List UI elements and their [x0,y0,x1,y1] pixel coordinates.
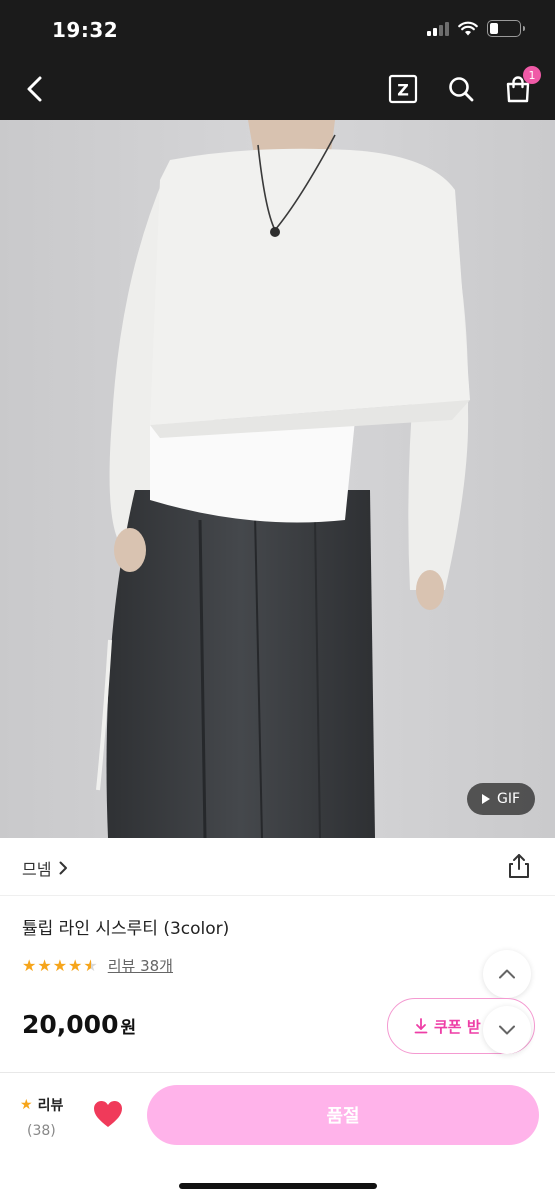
review-summary-label: ★ 리뷰 [20,1095,72,1115]
nav-bar: Z 1 [0,58,555,120]
gif-label: GIF [496,791,521,807]
shop-row: 므넴 [0,838,555,896]
share-button[interactable] [505,852,533,880]
shop-link[interactable]: 므넴 [22,856,68,880]
review-summary-button[interactable]: ★ 리뷰 (38) [20,1095,72,1139]
cellular-signal-icon [427,21,449,36]
download-icon [414,1018,428,1034]
status-time: 19:32 [52,18,119,42]
like-button[interactable] [92,1099,124,1129]
heart-icon [94,1101,122,1127]
search-icon [449,77,474,102]
star-icon: ★ [37,955,52,975]
review-label: 리뷰 [37,1098,64,1114]
home-indicator [179,1183,377,1189]
search-button[interactable] [442,70,480,108]
chevron-up-icon [499,969,515,979]
half-star-icon: ★ [83,955,98,975]
price: 20,000 원 [22,1010,136,1039]
product-image[interactable]: GIF [0,120,555,838]
share-icon [509,854,529,878]
gif-badge[interactable]: GIF [467,783,535,815]
rating-stars: ★ ★ ★ ★ ★ [22,955,98,975]
cart-button[interactable]: 1 [499,66,541,108]
price-currency: 원 [120,1018,137,1038]
bottom-action-bar: ★ 리뷰 (38) 품절 [0,1072,555,1200]
battery-icon [487,20,525,37]
zigzag-logo-icon: Z [388,74,418,104]
review-count: (38) [27,1123,56,1139]
wifi-icon [458,21,478,36]
chevron-right-icon [59,861,68,875]
rating-row: ★ ★ ★ ★ ★ 리뷰 38개 [22,955,173,976]
zigzag-home-button[interactable]: Z [384,70,422,108]
star-icon: ★ [22,955,37,975]
cart-count-badge: 1 [523,66,541,84]
scroll-down-button[interactable] [483,1006,531,1054]
chevron-down-icon [499,1025,515,1035]
price-value: 20,000 [22,1010,119,1039]
back-button[interactable] [16,70,54,108]
status-icons [427,20,525,37]
review-count-link[interactable]: 리뷰 38개 [108,955,173,976]
product-title: 튤립 라인 시스루티 (3color) [22,919,230,939]
star-icon: ★ [52,955,68,975]
zigzag-letter: Z [397,81,409,100]
status-bar: 19:32 [0,0,555,58]
model-photo [0,120,555,838]
star-icon: ★ [68,955,83,975]
coupon-label: 쿠폰 받 [434,1017,481,1036]
soldout-button[interactable]: 품절 [147,1085,539,1145]
chevron-left-icon [27,76,42,102]
play-icon [481,794,490,804]
star-icon: ★ [20,1097,33,1113]
shop-name: 므넴 [22,860,52,879]
scroll-up-button[interactable] [483,950,531,998]
